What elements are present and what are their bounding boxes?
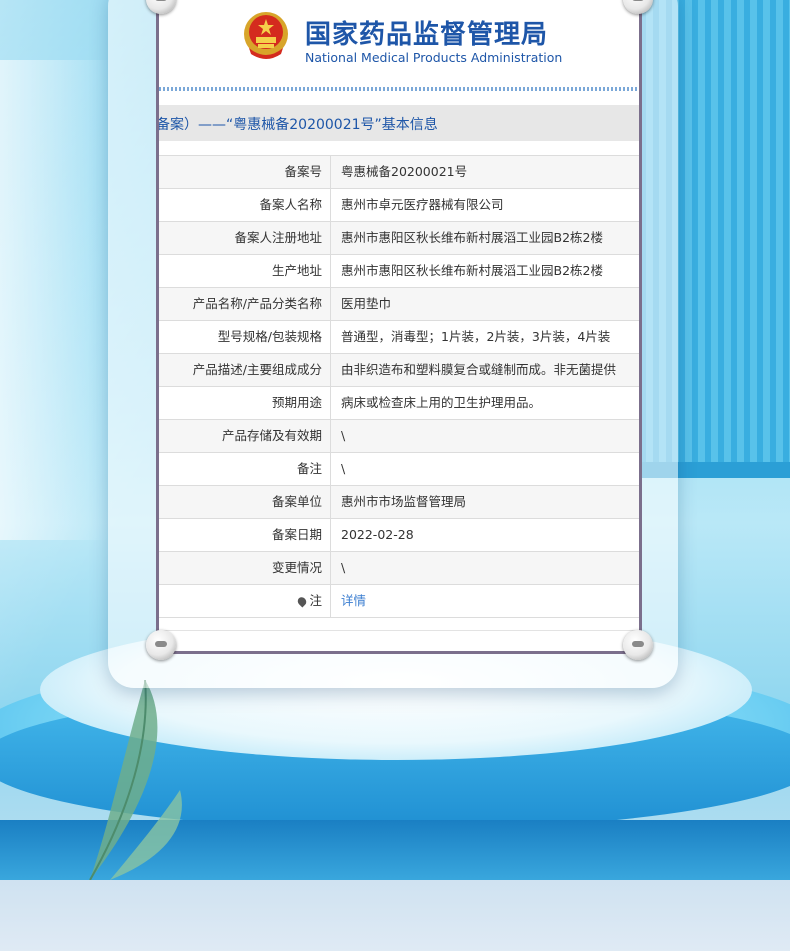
table-row: 备案日期 2022-02-28 <box>159 519 639 552</box>
row-label: 型号规格/包装规格 <box>159 321 331 353</box>
site-header: 国家药品监督管理局 National Medical Products Admi… <box>159 0 639 91</box>
row-value: 惠州市卓元医疗器械有限公司 <box>341 197 504 212</box>
row-label: 预期用途 <box>159 387 331 419</box>
table-row: 生产地址 惠州市惠阳区秋长维布新村展滔工业园B2栋2楼 <box>159 255 639 288</box>
row-value: 惠州市惠阳区秋长维布新村展滔工业园B2栋2楼 <box>341 230 603 245</box>
record-title: 备案）——“粤惠械备20200021号”基本信息 <box>156 117 438 133</box>
row-label: 变更情况 <box>159 552 331 584</box>
site-title-en: National Medical Products Administration <box>305 50 563 65</box>
row-label: 产品名称/产品分类名称 <box>159 288 331 320</box>
table-row: 备案人注册地址 惠州市惠阳区秋长维布新村展滔工业园B2栋2楼 <box>159 222 639 255</box>
row-value: 普通型，消毒型；1片装，2片装，3片装，4片装 <box>341 329 611 344</box>
row-value: 2022-02-28 <box>341 527 414 542</box>
table-row: 备案号 粤惠械备20200021号 <box>159 156 639 189</box>
row-label: 备注 <box>159 453 331 485</box>
table-row: 型号规格/包装规格 普通型，消毒型；1片装，2片装，3片装，4片装 <box>159 321 639 354</box>
row-label: 备案日期 <box>159 519 331 551</box>
screw-icon <box>146 630 176 660</box>
table-row: 产品名称/产品分类名称 医用垫巾 <box>159 288 639 321</box>
row-label: 备案人名称 <box>159 189 331 221</box>
scene: 国家药品监督管理局 National Medical Products Admi… <box>0 0 790 951</box>
ground <box>0 880 790 951</box>
row-value: \ <box>341 560 346 575</box>
row-label: 产品描述/主要组成成分 <box>159 354 331 386</box>
leaf-decoration <box>89 680 182 880</box>
row-label: 备案号 <box>159 156 331 188</box>
row-value: \ <box>341 428 346 443</box>
row-label: 备案人注册地址 <box>159 222 331 254</box>
header-divider <box>159 87 639 91</box>
row-label: 生产地址 <box>159 255 331 287</box>
record-card: 国家药品监督管理局 National Medical Products Admi… <box>156 0 642 654</box>
record-title-bar: 备案）——“粤惠械备20200021号”基本信息 <box>159 105 639 141</box>
details-link[interactable]: 详情 <box>341 585 366 617</box>
national-emblem-icon <box>244 12 288 59</box>
row-value: \ <box>341 461 346 476</box>
row-value: 病床或检查床上用的卫生护理用品。 <box>341 395 542 410</box>
table-row: 预期用途 病床或检查床上用的卫生护理用品。 <box>159 387 639 420</box>
site-title-cn: 国家药品监督管理局 <box>305 20 549 50</box>
row-value: 由非织造布和塑料膜复合或缝制而成。非无菌提供 <box>341 362 617 377</box>
row-label: 备案单位 <box>159 486 331 518</box>
table-row: 备案单位 惠州市市场监督管理局 <box>159 486 639 519</box>
row-value: 惠州市惠阳区秋长维布新村展滔工业园B2栋2楼 <box>341 263 603 278</box>
pin-icon <box>296 595 309 608</box>
row-value: 粤惠械备20200021号 <box>341 164 468 179</box>
table-row: 备案人名称 惠州市卓元医疗器械有限公司 <box>159 189 639 222</box>
card-bottom-divider <box>159 630 639 631</box>
note-label: 注 <box>309 593 322 608</box>
row-label: 产品存储及有效期 <box>159 420 331 452</box>
screw-icon <box>623 630 653 660</box>
table-row: 产品存储及有效期 \ <box>159 420 639 453</box>
table-row-note: 注 详情 <box>159 585 639 618</box>
record-info-table: 备案号 粤惠械备20200021号 备案人名称 惠州市卓元医疗器械有限公司 备案… <box>159 155 639 618</box>
row-value: 医用垫巾 <box>341 296 392 311</box>
table-row: 备注 \ <box>159 453 639 486</box>
row-value: 惠州市市场监督管理局 <box>341 494 467 509</box>
table-row: 产品描述/主要组成成分 由非织造布和塑料膜复合或缝制而成。非无菌提供 <box>159 354 639 387</box>
table-row: 变更情况 \ <box>159 552 639 585</box>
note-label-cell: 注 <box>159 585 331 617</box>
background-pillar-left <box>0 60 110 540</box>
